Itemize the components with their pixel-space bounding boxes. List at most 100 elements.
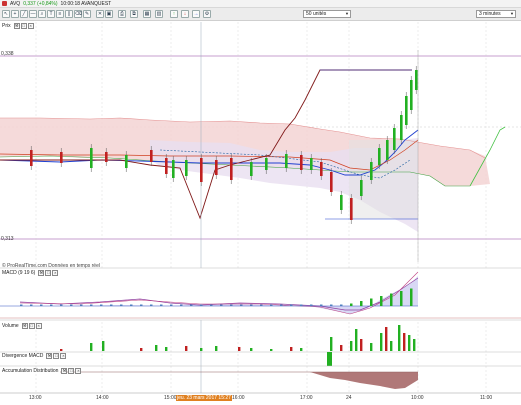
macd-histogram-bar: [280, 304, 283, 306]
wrench-icon[interactable]: ⚒: [46, 352, 53, 359]
wrench-icon[interactable]: ⚒: [38, 269, 45, 276]
x-tick-label: 16:00: [232, 395, 245, 401]
macd-histogram-bar: [50, 304, 53, 306]
volume-bar: [390, 341, 393, 351]
wrench-icon[interactable]: ⚒: [61, 367, 68, 374]
close-icon[interactable]: ×: [75, 367, 82, 374]
price-level-bottom: 0,313: [1, 236, 14, 242]
macd-panel-label: MACD (9 19 6) ⚒ □ ×: [0, 269, 59, 276]
candle: [320, 162, 323, 176]
candle: [185, 160, 188, 176]
x-tick-label: 17:00: [300, 395, 313, 401]
macd-histogram-bar: [150, 304, 153, 306]
volume-bar: [413, 339, 416, 351]
volume-bar: [155, 345, 158, 351]
candle: [172, 160, 175, 178]
candle: [393, 128, 396, 150]
volume-bar: [300, 348, 303, 351]
volume-bar: [330, 337, 333, 351]
close-icon[interactable]: ×: [27, 22, 34, 29]
candle: [340, 195, 343, 210]
candle: [150, 150, 153, 162]
candle: [165, 158, 168, 174]
crosshair-date-label: jeu. 23 mars 2017 15:27: [176, 395, 232, 401]
x-tick-label: 10:00: [411, 395, 424, 401]
candle: [378, 148, 381, 165]
volume-bar: [360, 339, 363, 351]
macd-histogram-bar: [410, 288, 413, 306]
macd-histogram-bar: [270, 304, 273, 306]
macd-histogram-bar: [320, 304, 323, 306]
macd-histogram-bar: [390, 293, 393, 306]
macd-histogram-bar: [290, 304, 293, 306]
candle: [370, 162, 373, 180]
candle: [300, 155, 303, 170]
candle: [360, 180, 363, 196]
volume-bar: [185, 346, 188, 351]
macd-histogram-bar: [370, 298, 373, 306]
candle: [265, 158, 268, 170]
candle: [350, 198, 353, 220]
candle: [415, 70, 418, 90]
volume-bar: [398, 325, 401, 351]
volume-bar: [270, 349, 273, 351]
maximize-icon[interactable]: □: [53, 352, 60, 359]
chart-canvas[interactable]: [0, 0, 521, 405]
macd-histogram-bar: [70, 304, 73, 306]
macd-histogram-bar: [240, 304, 243, 306]
price-panel-title: Prix: [0, 22, 13, 29]
volume-bars: [60, 325, 416, 351]
close-icon[interactable]: ×: [52, 269, 59, 276]
candle: [310, 158, 313, 170]
divergence-bar: [327, 352, 332, 366]
macd-histogram-bar: [260, 304, 263, 306]
wrench-icon[interactable]: ⚒: [13, 22, 20, 29]
volume-bar: [165, 347, 168, 351]
candle: [30, 150, 33, 166]
volume-bar: [355, 329, 358, 351]
candle: [285, 154, 288, 168]
volume-bar: [140, 348, 143, 351]
candle: [200, 158, 203, 182]
macd-histogram-bar: [40, 304, 43, 306]
macd-histogram-bar: [30, 304, 33, 306]
accumulation-area: [0, 372, 418, 389]
macd-histogram-bar: [330, 304, 333, 306]
x-tick-label: 14:00: [96, 395, 109, 401]
macd-histogram-bar: [170, 304, 173, 306]
macd-histogram-bar: [20, 304, 23, 306]
candle: [386, 140, 389, 160]
macd-histogram-bar: [360, 301, 363, 306]
candle: [330, 172, 333, 192]
close-icon[interactable]: ×: [60, 352, 67, 359]
volume-bar: [403, 333, 406, 351]
maximize-icon[interactable]: □: [28, 322, 35, 329]
volume-panel-label: Volume ⚒ □ ×: [0, 322, 42, 329]
maximize-icon[interactable]: □: [20, 22, 27, 29]
volume-bar: [200, 348, 203, 351]
volume-panel-title: Volume: [0, 322, 21, 329]
maximize-icon[interactable]: □: [68, 367, 75, 374]
candle: [215, 160, 218, 175]
wrench-icon[interactable]: ⚒: [21, 322, 28, 329]
close-icon[interactable]: ×: [35, 322, 42, 329]
maximize-icon[interactable]: □: [45, 269, 52, 276]
macd-histogram-bar: [80, 304, 83, 306]
macd-histogram-bar: [140, 304, 143, 306]
candle: [90, 148, 93, 168]
candle: [405, 96, 408, 125]
volume-bar: [290, 347, 293, 351]
volume-bar: [215, 346, 218, 351]
price-panel-label: Prix ⚒ □ ×: [0, 22, 34, 29]
macd-histogram-bar: [340, 304, 343, 306]
candle: [60, 152, 63, 163]
divergence-panel-label: Divergence MACD ⚒ □ ×: [0, 352, 67, 359]
candle: [230, 158, 233, 180]
volume-bar: [350, 341, 353, 351]
macd-histogram-bar: [210, 304, 213, 306]
macd-histogram-bar: [230, 304, 233, 306]
candle: [250, 162, 253, 176]
macd-histogram-bar: [110, 304, 113, 306]
x-tick-label: 13:00: [29, 395, 42, 401]
volume-bar: [238, 347, 241, 351]
